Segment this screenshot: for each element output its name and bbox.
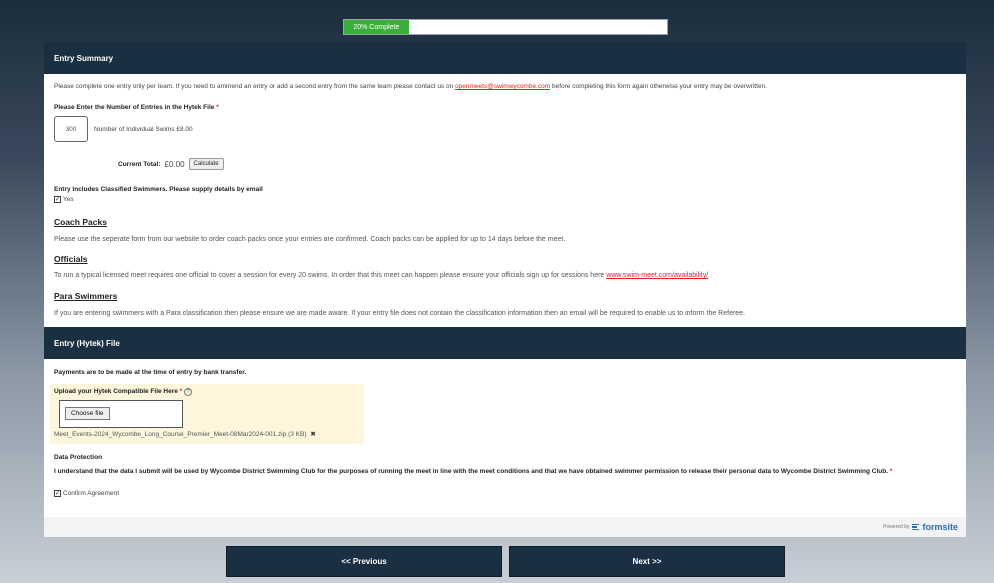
entries-input-row: 300 xyxy=(54,116,88,142)
required-mark: * xyxy=(216,104,219,111)
upload-field: Upload your Hytek Compatible File Here *… xyxy=(50,384,364,444)
upload-label: Upload your Hytek Compatible File Here *… xyxy=(54,388,193,396)
availability-link[interactable]: www.swim-meet.com/availability/ xyxy=(606,272,708,279)
intro-text: Please complete one entry only per team.… xyxy=(54,83,959,90)
calculate-button[interactable]: Calculate xyxy=(188,158,224,170)
help-icon[interactable]: ? xyxy=(184,388,193,396)
progress-label: 20% Complete xyxy=(353,23,400,31)
officials-heading: Officials xyxy=(54,254,88,264)
classified-option-label: Yes xyxy=(63,196,74,204)
powered-by-prefix: Powered by xyxy=(883,524,910,530)
officials-text: To run a typical licensed meet requires … xyxy=(54,272,708,279)
form-container: Entry Summary Please complete one entry … xyxy=(44,42,966,537)
footer-strip: Powered by formsite xyxy=(44,517,966,537)
confirm-agreement-checkbox[interactable]: ✓ xyxy=(54,490,61,497)
coach-packs-heading: Coach Packs xyxy=(54,217,107,227)
progress-bar: 20% Complete xyxy=(343,19,668,35)
entries-label-text: Please Enter the Number of Entries in th… xyxy=(54,104,215,111)
formsite-logo-icon xyxy=(912,524,920,530)
para-swimmers-heading: Para Swimmers xyxy=(54,291,118,301)
section-header-entry-file: Entry (Hytek) File xyxy=(44,327,966,359)
email-link[interactable]: openmeets@swimwycombe.com xyxy=(455,83,550,90)
classified-option: ✓ Yes xyxy=(54,196,74,203)
section-header-entry-summary: Entry Summary xyxy=(44,42,966,74)
previous-button[interactable]: << Previous xyxy=(226,546,502,577)
next-button[interactable]: Next >> xyxy=(509,546,785,577)
file-input-frame: Choose file xyxy=(59,400,183,428)
entries-label: Please Enter the Number of Entries in th… xyxy=(54,104,219,111)
uploaded-file: Meet_Events-2024_Wycombe_Long_Course_Pre… xyxy=(54,430,316,438)
choose-file-button[interactable]: Choose file xyxy=(65,407,110,420)
entry-file-section: Entry (Hytek) File xyxy=(44,327,966,359)
intro-text-post: before completing this form again otherw… xyxy=(550,83,767,90)
powered-by-badge[interactable]: Powered by formsite xyxy=(883,522,958,532)
coach-packs-text: Please use the seperate form from our we… xyxy=(54,236,566,243)
entries-count-input[interactable]: 300 xyxy=(54,116,88,142)
required-mark: * xyxy=(889,468,893,475)
para-swimmers-text: If you are entering swimmers with a Para… xyxy=(54,310,746,317)
classified-label: Entry Includes Classified Swimmers. Plea… xyxy=(54,186,263,193)
confirm-agreement-label: Confirm Agreement xyxy=(63,490,119,498)
required-mark: * xyxy=(179,388,183,395)
confirm-agreement: ✓ Confirm Agreement xyxy=(54,490,119,497)
classified-checkbox[interactable]: ✓ xyxy=(54,196,61,203)
progress-fill: 20% Complete xyxy=(344,20,409,34)
uploaded-file-name: Meet_Events-2024_Wycombe_Long_Course_Pre… xyxy=(54,431,307,438)
data-protection-text: I understand that the data I submit will… xyxy=(54,468,959,476)
total-label: Current Total: xyxy=(118,160,161,168)
data-protection-heading: Data Protection xyxy=(54,454,103,461)
payment-text: Payments are to be made at the time of e… xyxy=(54,369,247,376)
section-title: Entry Summary xyxy=(54,53,114,63)
intro-text-pre: Please complete one entry only per team.… xyxy=(54,83,456,90)
total-row: Current Total: £0.00 Calculate xyxy=(118,158,224,170)
total-value: £0.00 xyxy=(164,159,185,169)
section-title: Entry (Hytek) File xyxy=(54,338,120,348)
formsite-brand: formsite xyxy=(922,522,958,532)
upload-label-text: Upload your Hytek Compatible File Here xyxy=(54,388,178,395)
remove-file-icon[interactable]: ✖ xyxy=(310,431,315,438)
entries-description: Number of Individual Swims £8.00 xyxy=(94,126,193,133)
data-protection-body: I understand that the data I submit will… xyxy=(54,468,889,475)
entry-summary-section: Entry Summary Please complete one entry … xyxy=(44,42,966,317)
officials-text-body: To run a typical licensed meet requires … xyxy=(54,272,607,279)
